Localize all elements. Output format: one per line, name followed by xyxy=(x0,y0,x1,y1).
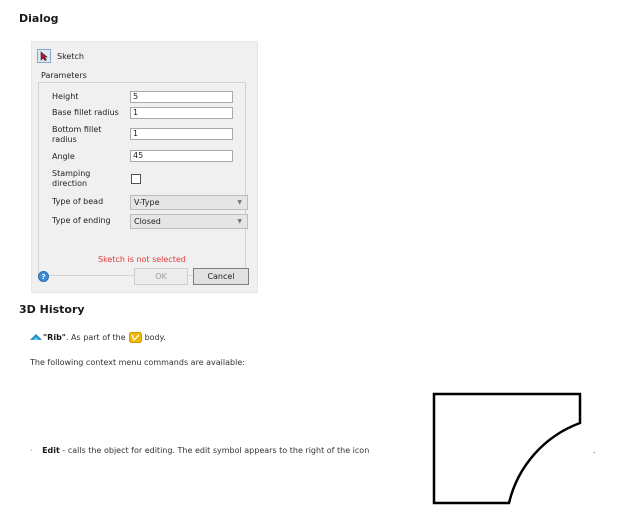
angle-label: Angle xyxy=(52,152,75,161)
help-icon[interactable]: ? xyxy=(38,271,49,282)
ending-type-value: Closed xyxy=(134,217,161,226)
edit-label: Edit xyxy=(42,446,60,455)
bottom-fillet-label: Bottom fillet radius xyxy=(52,125,101,145)
base-fillet-label: Base fillet radius xyxy=(52,108,119,117)
error-message: Sketch is not selected xyxy=(98,255,186,264)
page: Dialog Sketch Parameters Height 5 Base f… xyxy=(0,0,617,517)
ending-type-label: Type of ending xyxy=(52,216,111,225)
body-icon xyxy=(128,331,142,343)
height-input[interactable]: 5 xyxy=(130,91,233,103)
cancel-button[interactable]: Cancel xyxy=(193,268,249,285)
history-heading: 3D History xyxy=(19,303,85,316)
sketch-select-button[interactable] xyxy=(37,49,51,63)
rib-icon xyxy=(30,334,42,340)
bead-type-value: V-Type xyxy=(134,198,160,207)
rib-description: "Rib" . As part of the body. xyxy=(30,331,166,343)
rib-text-end: body. xyxy=(144,332,166,342)
height-label: Height xyxy=(52,92,79,101)
stamping-label: Stamping direction xyxy=(52,169,90,189)
rib-dialog: Sketch Parameters Height 5 Base fillet r… xyxy=(31,41,258,293)
bottom-fillet-input[interactable]: 1 xyxy=(130,128,233,140)
ok-button[interactable]: OK xyxy=(134,268,188,285)
angle-input[interactable]: 45 xyxy=(130,150,233,162)
bead-type-select[interactable]: V-Type ▼ xyxy=(130,195,248,210)
parameters-title: Parameters xyxy=(41,71,87,80)
trailing-period: . xyxy=(593,446,596,455)
edit-command-item: · Edit - calls the object for editing. T… xyxy=(30,446,369,455)
base-fillet-input[interactable]: 1 xyxy=(130,107,233,119)
sketch-selector: Sketch xyxy=(37,49,84,63)
context-menu-intro: The following context menu commands are … xyxy=(30,358,245,367)
ending-type-select[interactable]: Closed ▼ xyxy=(130,214,248,229)
edit-symbol-shape xyxy=(432,392,582,505)
cursor-arrow-icon xyxy=(40,51,48,61)
stamping-label-line1: Stamping xyxy=(52,169,91,178)
bullet: · xyxy=(30,446,33,455)
rib-text-mid: . As part of the xyxy=(65,332,126,342)
edit-description: - calls the object for editing. The edit… xyxy=(62,446,370,455)
bottom-fillet-label-line1: Bottom fillet xyxy=(52,125,102,134)
stamping-label-line2: direction xyxy=(52,179,88,188)
dialog-heading: Dialog xyxy=(19,12,59,25)
chevron-down-icon: ▼ xyxy=(237,199,242,206)
sketch-label: Sketch xyxy=(57,51,84,61)
bead-type-label: Type of bead xyxy=(52,197,104,206)
chevron-down-icon: ▼ xyxy=(237,218,242,225)
parameters-group: Height 5 Base fillet radius 1 Bottom fil… xyxy=(38,82,248,276)
bottom-fillet-label-line2: radius xyxy=(52,135,77,144)
rib-name: "Rib" xyxy=(43,332,66,342)
stamping-direction-checkbox[interactable] xyxy=(131,174,141,184)
